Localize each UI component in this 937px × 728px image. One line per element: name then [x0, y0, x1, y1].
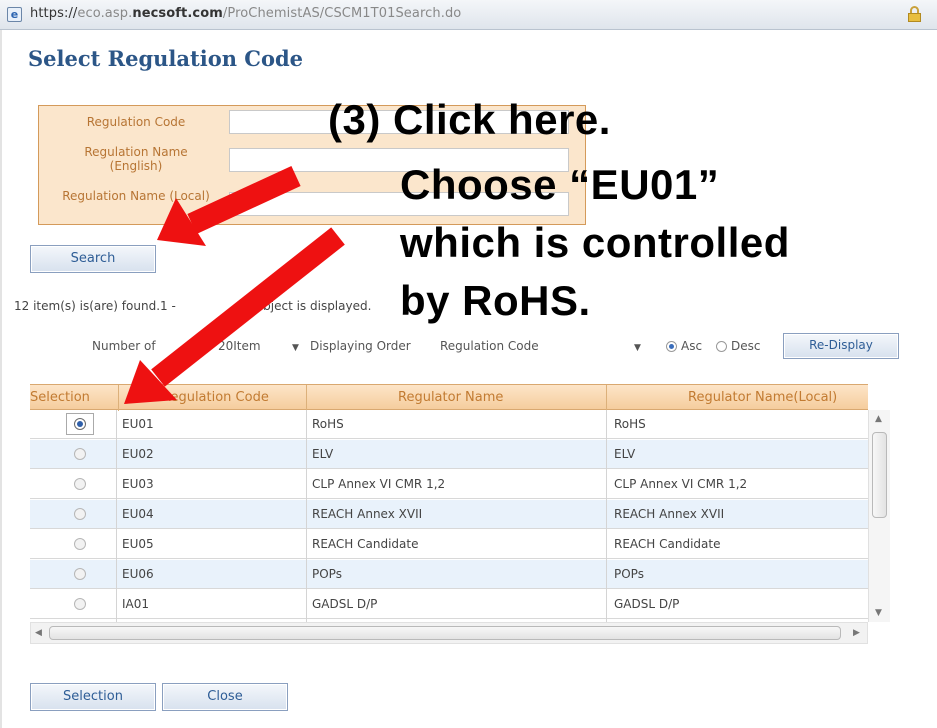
url-host-domain: necsoft.com [132, 6, 223, 21]
header-regulator-name[interactable]: Regulator Name [398, 390, 503, 405]
row-select-radio[interactable] [74, 448, 86, 460]
cell-regulator-name-local: REACH Candidate [614, 537, 721, 551]
close-button[interactable]: Close [162, 683, 288, 711]
number-dropdown-icon[interactable]: ▼ [292, 343, 299, 353]
asc-label: Asc [681, 339, 703, 353]
table-row[interactable]: EU06 POPs POPs [30, 560, 868, 589]
column-divider [306, 410, 307, 622]
order-dropdown-icon[interactable]: ▼ [634, 343, 641, 353]
column-divider [116, 410, 117, 622]
vertical-scrollbar[interactable]: ▲ ▼ [868, 410, 890, 622]
result-count-b: object is displayed. [255, 299, 372, 313]
header-divider [306, 385, 307, 411]
cell-regulation-code: IA01 [122, 597, 150, 611]
cell-regulator-name-local: REACH Annex XVII [614, 507, 725, 521]
cell-regulator-name-local: POPs [614, 567, 644, 581]
vertical-scroll-thumb[interactable] [872, 432, 887, 518]
selection-button[interactable]: Selection [30, 683, 156, 711]
cell-regulation-code: EU06 [122, 567, 154, 581]
address-bar[interactable]: e https://eco.asp.necsoft.com/ProChemist… [0, 0, 937, 30]
table-row[interactable]: EU02 ELV ELV [30, 440, 868, 469]
cell-regulator-name: GADSL D/P [312, 597, 378, 611]
table-row[interactable]: IA01 GADSL D/P GADSL D/P [30, 590, 868, 619]
result-count-a: 12 item(s) is(are) found.1 - [14, 299, 176, 313]
header-divider [606, 385, 607, 411]
scroll-left-icon[interactable]: ◀ [35, 628, 42, 638]
table-row[interactable]: EU01 RoHS RoHS [30, 410, 868, 439]
annotation-line-3: by RoHS. [400, 277, 591, 324]
scroll-right-icon[interactable]: ▶ [853, 628, 860, 638]
cell-regulator-name-local: CLP Annex VI CMR 1,2 [614, 477, 748, 491]
cell-regulator-name-local: ELV [614, 447, 636, 461]
cell-regulator-name: REACH Annex XVII [312, 507, 423, 521]
row-select-radio[interactable] [74, 478, 86, 490]
annotation-line-2: which is controlled [400, 219, 790, 266]
cell-regulator-name: POPs [312, 567, 342, 581]
cell-regulation-code: EU05 [122, 537, 154, 551]
redisplay-button[interactable]: Re-Display [783, 333, 899, 359]
red-arrow-icon [124, 227, 345, 404]
table-row[interactable]: EU04 REACH Annex XVII REACH Annex XVII [30, 500, 868, 529]
regulation-name-english-label: Regulation Name (English) [84, 145, 188, 173]
number-select[interactable]: 20Item [218, 339, 261, 353]
table-row[interactable]: EU03 CLP Annex VI CMR 1,2 CLP Annex VI C… [30, 470, 868, 499]
column-divider [606, 410, 607, 622]
url-host-prefix: eco.asp. [77, 6, 133, 21]
cell-regulator-name-local: RoHS [614, 417, 646, 431]
table-header: Selection Regulation Code Regulator Name… [30, 384, 868, 411]
search-button[interactable]: Search [30, 245, 156, 273]
url-path: /ProChemistAS/CSCM1T01Search.do [222, 6, 462, 21]
row-select-radio[interactable] [74, 538, 86, 550]
result-count-text: 12 item(s) is(are) found.1 - object is di… [14, 299, 371, 313]
cell-regulator-name: REACH Candidate [312, 537, 419, 551]
desc-radio[interactable] [716, 341, 727, 352]
order-select[interactable]: Regulation Code [440, 339, 539, 353]
order-label: Displaying Order [310, 339, 411, 353]
header-regulation-code[interactable]: Regulation Code [162, 390, 269, 405]
table-body: EU01 RoHS RoHS EU02 ELV ELV EU03 CLP Ann… [30, 410, 868, 622]
horizontal-scroll-thumb[interactable] [49, 626, 841, 640]
annotation-step: (3) Click here. [328, 96, 611, 143]
page-title: Select Regulation Code [28, 46, 304, 71]
address-url[interactable]: https://eco.asp.necsoft.com/ProChemistAS… [30, 6, 461, 21]
row-select-radio[interactable] [74, 598, 86, 610]
scroll-up-icon[interactable]: ▲ [875, 414, 882, 424]
row-select-radio[interactable] [74, 418, 86, 430]
header-divider [118, 385, 119, 411]
number-label: Number of [92, 339, 156, 353]
cell-regulation-code: EU02 [122, 447, 154, 461]
cell-regulator-name-local: GADSL D/P [614, 597, 680, 611]
cell-regulator-name: RoHS [312, 417, 344, 431]
lock-icon[interactable] [908, 6, 921, 22]
cell-regulator-name: ELV [312, 447, 334, 461]
cell-regulation-code: EU04 [122, 507, 154, 521]
asc-radio[interactable] [666, 341, 677, 352]
cell-regulation-code: EU03 [122, 477, 154, 491]
window-edge [0, 30, 2, 728]
regulation-name-local-label: Regulation Name (Local) [62, 189, 210, 203]
cell-regulator-name: CLP Annex VI CMR 1,2 [312, 477, 446, 491]
desc-label: Desc [731, 339, 761, 353]
url-scheme: https:// [30, 6, 78, 21]
scroll-down-icon[interactable]: ▼ [875, 608, 882, 618]
horizontal-scrollbar[interactable]: ◀ ▶ [30, 622, 868, 644]
regulation-code-label: Regulation Code [86, 115, 186, 129]
annotation-line-1: Choose “EU01” [400, 161, 720, 208]
header-regulator-name-local[interactable]: Regulator Name(Local) [688, 390, 837, 405]
header-selection[interactable]: Selection [30, 390, 90, 405]
row-select-radio[interactable] [74, 508, 86, 520]
annotation-instructions: Choose “EU01” which is controlled by RoH… [400, 156, 790, 330]
row-select-radio[interactable] [74, 568, 86, 580]
table-row[interactable]: EU05 REACH Candidate REACH Candidate [30, 530, 868, 559]
browser-page-icon: e [7, 7, 22, 22]
cell-regulation-code: EU01 [122, 417, 154, 431]
